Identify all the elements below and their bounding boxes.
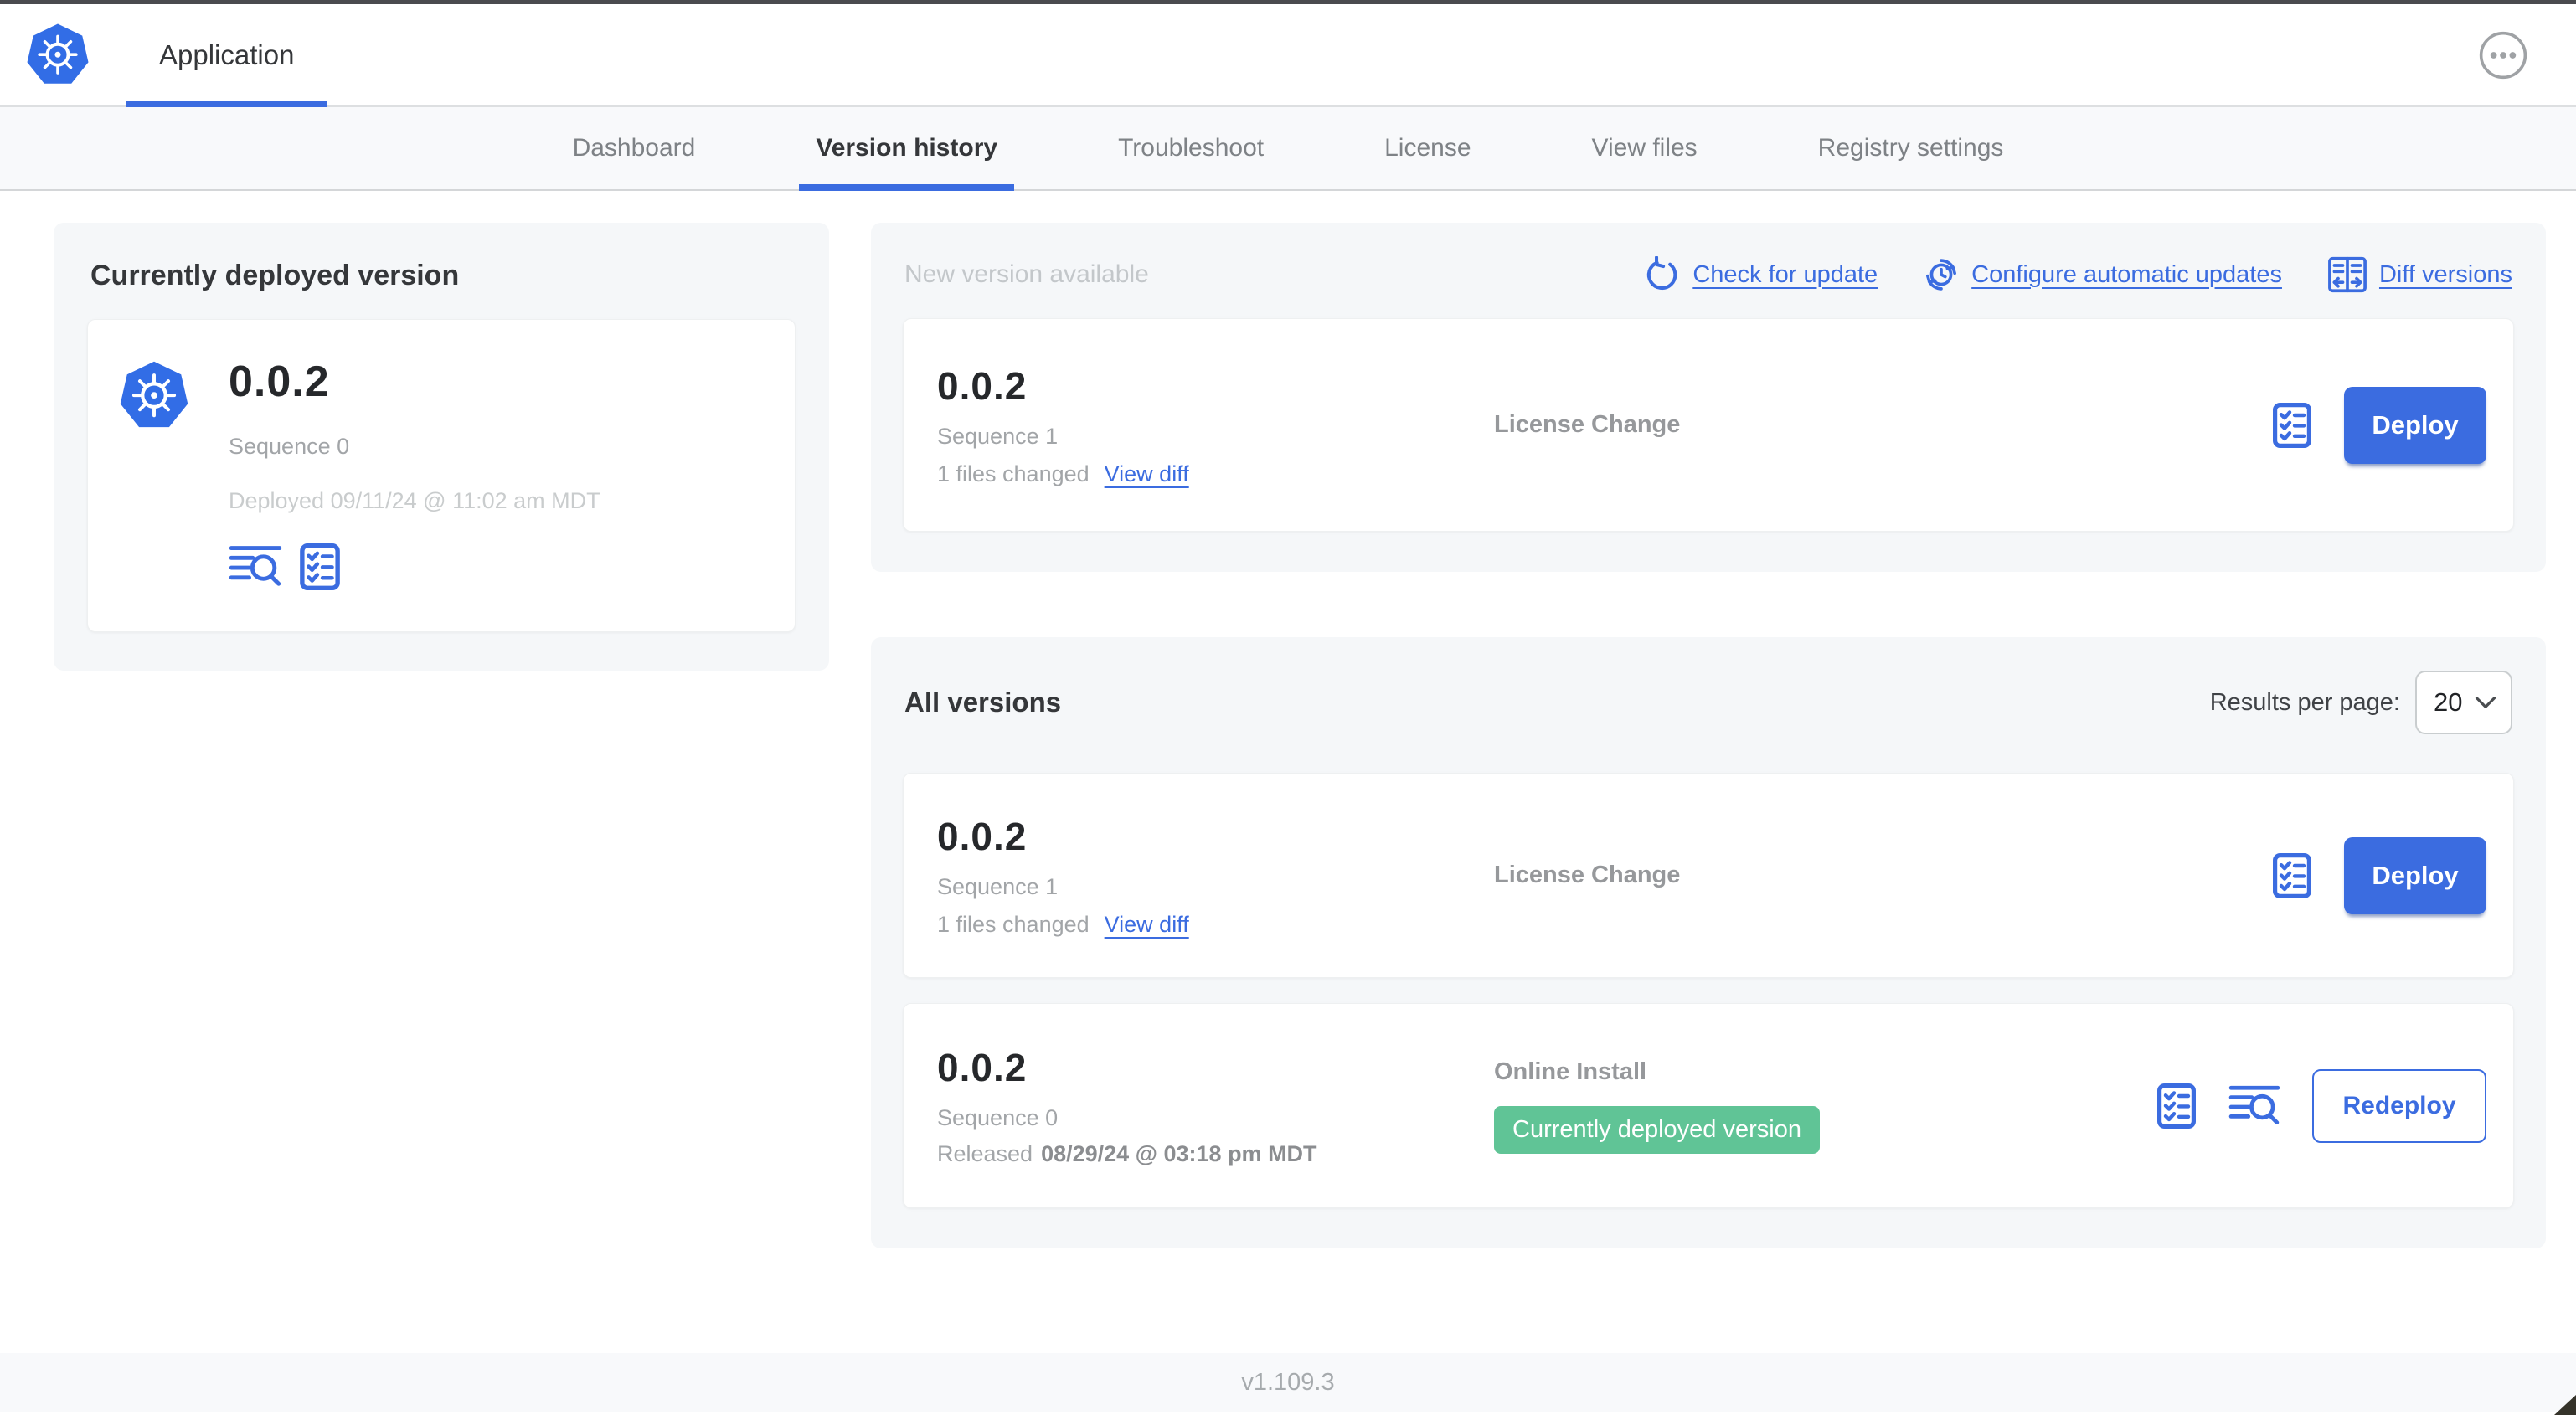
app-tab-application[interactable]: Application xyxy=(126,4,328,107)
app-header: Application xyxy=(0,4,2576,107)
clock-sync-icon xyxy=(1926,259,1957,291)
update-actions: Check for update Configure automatic upd… xyxy=(1644,256,2512,293)
version-source: Online Install xyxy=(1494,1057,1647,1085)
check-for-update-link[interactable]: Check for update xyxy=(1644,256,1878,293)
currently-deployed-panel: Currently deployed version 0.0.2 Sequenc… xyxy=(54,223,829,671)
config-checklist-icon[interactable] xyxy=(299,543,341,591)
config-checklist-icon[interactable] xyxy=(2272,402,2312,449)
all-versions-header: All versions Results per page: 20 xyxy=(903,671,2514,734)
diff-versions-label: Diff versions xyxy=(2378,260,2512,288)
config-checklist-icon[interactable] xyxy=(2156,1083,2197,1129)
version-number: 0.0.2 xyxy=(937,814,1028,858)
config-checklist-icon[interactable] xyxy=(2272,852,2312,899)
configure-automatic-updates-link[interactable]: Configure automatic updates xyxy=(1923,256,2282,293)
subnav-tabs: Dashboard Version history Troubleshoot L… xyxy=(0,107,2576,191)
released-timestamp: Released 08/29/24 @ 03:18 pm MDT xyxy=(937,1140,1317,1166)
version-rows: 0.0.2 Sequence 1 1 files changed View di… xyxy=(903,773,2514,1208)
version-actions: Redeploy xyxy=(2156,1068,2486,1143)
tab-license[interactable]: License xyxy=(1324,107,1531,189)
new-version-card: 0.0.2 Sequence 1 1 files changed View di… xyxy=(903,318,2514,532)
files-changed: 1 files changed xyxy=(937,911,1090,937)
version-info: 0.0.2 Sequence 0 Released 08/29/24 @ 03:1… xyxy=(937,1045,1494,1167)
deploy-button[interactable]: Deploy xyxy=(2344,836,2486,914)
new-version-section: New version available Check for update C… xyxy=(871,223,2546,572)
all-versions-title: All versions xyxy=(904,687,1062,718)
version-source: License Change xyxy=(1494,862,1681,888)
deployed-version-card: 0.0.2 Sequence 0 Deployed 09/11/24 @ 11:… xyxy=(87,319,796,632)
diff-versions-link[interactable]: Diff versions xyxy=(2327,256,2512,293)
check-for-update-label: Check for update xyxy=(1692,260,1878,288)
new-version-title: New version available xyxy=(904,260,1149,288)
version-sequence: Sequence 1 xyxy=(937,423,1059,449)
results-per-page-select[interactable]: 20 xyxy=(2415,671,2512,734)
mouse-cursor-artifact xyxy=(2554,1395,2576,1415)
kubernetes-logo xyxy=(118,360,190,432)
view-diff-link[interactable]: View diff xyxy=(1105,912,1189,938)
ellipsis-icon[interactable] xyxy=(2477,29,2529,81)
tab-dashboard[interactable]: Dashboard xyxy=(513,107,756,189)
results-per-page-value: 20 xyxy=(2434,687,2463,717)
deployed-sequence: Sequence 0 xyxy=(229,434,350,459)
version-sequence: Sequence 1 xyxy=(937,873,1059,899)
results-per-page: Results per page: 20 xyxy=(2210,671,2512,734)
logs-icon[interactable] xyxy=(2228,1083,2280,1129)
all-versions-section: All versions Results per page: 20 0.0.2 xyxy=(871,637,2546,1248)
version-number: 0.0.2 xyxy=(937,1045,1028,1089)
diff-columns-icon xyxy=(2328,256,2367,293)
version-actions: Deploy xyxy=(2272,836,2486,914)
version-info: 0.0.2 Sequence 1 1 files changed View di… xyxy=(937,814,1494,938)
currently-deployed-badge: Currently deployed version xyxy=(1494,1105,1820,1154)
deployed-timestamp: Deployed 09/11/24 @ 11:02 am MDT xyxy=(229,488,600,513)
logs-icon[interactable] xyxy=(229,543,282,590)
deploy-button[interactable]: Deploy xyxy=(2344,386,2486,464)
version-actions: Deploy xyxy=(2272,386,2486,464)
configure-automatic-updates-label: Configure automatic updates xyxy=(1971,260,2282,288)
tab-registry-settings[interactable]: Registry settings xyxy=(1758,107,2064,189)
version-row: 0.0.2 Sequence 1 1 files changed View di… xyxy=(903,773,2514,978)
app-tab-label: Application xyxy=(159,39,295,70)
deployed-version-number: 0.0.2 xyxy=(229,358,330,406)
right-column: New version available Check for update C… xyxy=(871,223,2546,1353)
console-version: v1.109.3 xyxy=(1241,1368,1335,1396)
chevron-down-icon xyxy=(2475,697,2496,708)
files-changed: 1 files changed xyxy=(937,461,1090,486)
kubernetes-logo xyxy=(25,23,90,88)
app-footer: v1.109.3 xyxy=(0,1353,2576,1412)
currently-deployed-title: Currently deployed version xyxy=(90,260,460,291)
tab-troubleshoot[interactable]: Troubleshoot xyxy=(1058,107,1324,189)
tab-version-history[interactable]: Version history xyxy=(755,107,1058,191)
version-sequence: Sequence 0 xyxy=(937,1104,1059,1130)
deployed-version-details: 0.0.2 Sequence 0 Deployed 09/11/24 @ 11:… xyxy=(229,357,600,591)
deployed-actions xyxy=(229,543,600,591)
main-content: Currently deployed version 0.0.2 Sequenc… xyxy=(0,191,2576,1353)
new-version-header: New version available Check for update C… xyxy=(903,256,2514,293)
refresh-icon xyxy=(1647,256,1677,291)
redeploy-button[interactable]: Redeploy xyxy=(2312,1068,2486,1143)
version-info: 0.0.2 Sequence 1 1 files changed View di… xyxy=(937,363,1494,487)
results-per-page-label: Results per page: xyxy=(2209,688,2400,716)
version-source: License Change xyxy=(1494,411,1681,438)
view-diff-link[interactable]: View diff xyxy=(1105,461,1189,487)
version-row: 0.0.2 Sequence 0 Released 08/29/24 @ 03:1… xyxy=(903,1003,2514,1208)
tab-view-files[interactable]: View files xyxy=(1532,107,1758,189)
version-number: 0.0.2 xyxy=(937,363,1028,408)
